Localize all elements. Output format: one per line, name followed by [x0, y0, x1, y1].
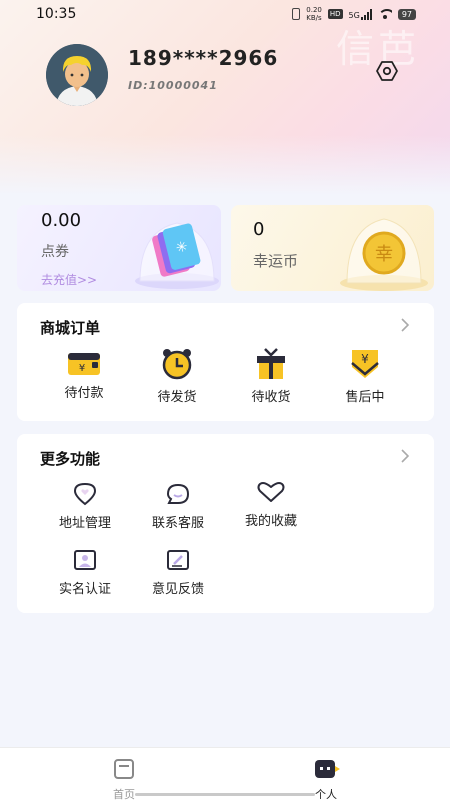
id-card-icon [74, 550, 96, 570]
network-speed-value: 0.20 [306, 6, 322, 14]
battery-indicator: 97 [397, 8, 416, 20]
user-id: ID:10000041 [128, 79, 218, 92]
order-pending-shipment-label: 待发货 [157, 390, 197, 405]
settings-hexagon-icon [376, 61, 398, 81]
network-speed: 0.20 KB/s [306, 6, 322, 22]
order-pending-receipt-label: 待收货 [251, 390, 291, 405]
alarm-clock-icon [162, 349, 192, 380]
order-pending-receipt[interactable]: 待收货 [233, 347, 309, 413]
my-favorites[interactable]: 我的收藏 [231, 480, 311, 530]
coins-card[interactable]: 0 幸运币 幸 [231, 205, 434, 291]
location-heart-icon [73, 482, 97, 506]
avatar-image [46, 44, 108, 106]
lucky-coin-illustration-icon: 幸 [340, 218, 428, 291]
real-name-verification[interactable]: 实名认证 [45, 548, 125, 598]
hd-badge: HD [327, 9, 343, 19]
wallet-icon: ¥ [68, 353, 100, 375]
more-functions-section: 更多功能 地址管理 联系客服 我的收藏 实名认证 意见反馈 [17, 434, 434, 613]
network-type-label: 5G [348, 10, 360, 20]
address-management[interactable]: 地址管理 [45, 482, 125, 532]
my-favorites-label: 我的收藏 [244, 514, 297, 529]
coins-label: 幸运币 [253, 252, 299, 270]
avatar[interactable] [46, 44, 108, 106]
network-speed-unit: KB/s [306, 14, 322, 22]
profile-tab-icon [315, 760, 340, 778]
chevron-right-icon[interactable] [398, 448, 412, 464]
order-pending-shipment[interactable]: 待发货 [139, 347, 215, 413]
svg-text:¥: ¥ [79, 363, 85, 374]
network-type: 5G [348, 8, 372, 20]
chevron-right-icon[interactable] [398, 317, 412, 333]
points-amount: 0.00 [41, 210, 82, 231]
home-indicator [135, 793, 315, 796]
contact-service-label: 联系客服 [151, 516, 204, 531]
heart-icon [257, 482, 285, 502]
user-phone: 189****2966 [128, 46, 279, 70]
recharge-link[interactable]: 去充值>> [41, 271, 97, 288]
feedback[interactable]: 意见反馈 [138, 548, 218, 598]
order-after-sales[interactable]: ¥ 售后中 [327, 347, 403, 413]
chat-bubble-icon [166, 483, 190, 504]
gift-box-icon [257, 348, 285, 379]
real-name-verification-label: 实名认证 [58, 582, 111, 597]
mall-orders-section: 商城订单 ¥ 待付款 待发货 待收货 ¥ 售后中 [17, 303, 434, 421]
order-pending-payment-label: 待付款 [64, 386, 104, 401]
signal-icon [360, 8, 372, 20]
coins-amount: 0 [253, 219, 265, 240]
wifi-icon [377, 9, 392, 19]
home-icon [114, 759, 134, 779]
feedback-label: 意见反馈 [151, 582, 204, 597]
vibrate-icon [292, 8, 301, 20]
mall-orders-title: 商城订单 [40, 319, 101, 337]
settings-button[interactable] [374, 58, 400, 84]
points-label: 点券 [41, 244, 69, 260]
address-management-label: 地址管理 [58, 516, 111, 531]
order-pending-payment[interactable]: ¥ 待付款 [46, 347, 122, 413]
status-icons: 0.20 KB/s HD 5G 97 [292, 6, 416, 22]
points-card[interactable]: 0.00 点券 去充值>> ✳ [17, 205, 221, 291]
svg-text:¥: ¥ [361, 352, 369, 366]
status-time: 10:35 [36, 6, 77, 22]
edit-note-icon [167, 550, 189, 570]
coin-glyph: 幸 [375, 244, 393, 265]
yen-shield-icon: ¥ [351, 350, 379, 378]
order-after-sales-label: 售后中 [345, 390, 385, 405]
contact-service[interactable]: 联系客服 [138, 482, 218, 532]
status-bar: 10:35 0.20 KB/s HD 5G 97 [0, 0, 450, 28]
tickets-illustration-icon: ✳ [135, 222, 219, 289]
more-functions-title: 更多功能 [40, 450, 101, 468]
